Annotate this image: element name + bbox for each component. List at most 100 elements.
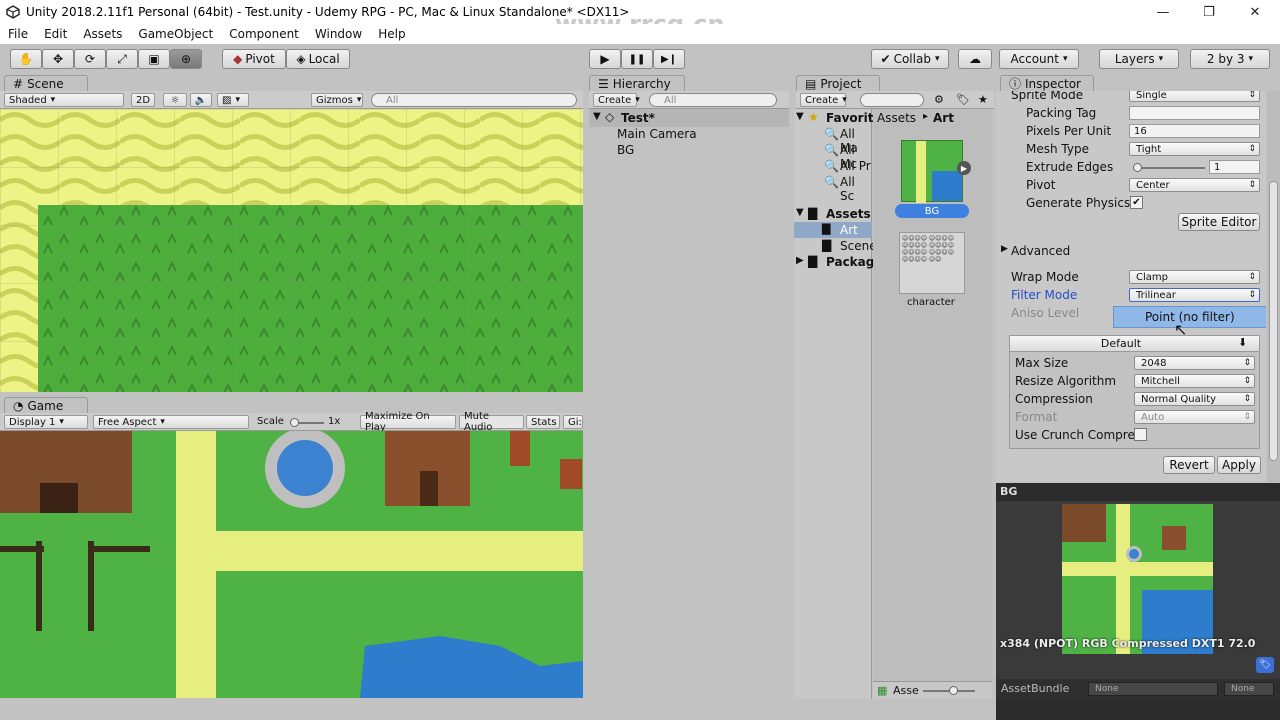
mute-audio-toggle[interactable]: Mute Audio [459,411,524,433]
hierarchy-item-main-camera[interactable]: Main Camera [617,127,697,141]
layers-dropdown[interactable]: Layers [1099,49,1179,69]
platform-tab-default[interactable]: Default ⬇ [1010,336,1259,352]
scene-row[interactable]: ▼ ◇ Test* [589,109,789,127]
variant-dropdown[interactable]: None [1224,682,1274,696]
packing-tag-field[interactable] [1129,106,1260,120]
collab-dropdown[interactable]: ✔ Collab [871,49,949,69]
max-size-dropdown[interactable]: 2048 [1134,356,1255,370]
maximize-on-play-toggle[interactable]: Maximize On Play [360,411,456,433]
tab-game[interactable]: ◔ Game [4,397,88,413]
assetbundle-dropdown[interactable]: None [1088,682,1218,696]
project-search-input[interactable] [860,93,924,107]
filter-mode-dropdown[interactable]: Trilinear [1129,288,1260,302]
tree-assets[interactable]: Assets [826,207,871,221]
crunch-checkbox[interactable] [1134,428,1147,441]
tree-fav-item[interactable]: All Pr [840,159,871,173]
play-button[interactable]: ▶ [589,49,621,69]
scene-search-input[interactable]: All [371,93,577,107]
character-thumbnail[interactable]: ☺☺☺☺ ☺☺☺☺ ☺☺☺☺ ☺☺☺☺ ☺☺☺☺ ☺☺☺☺ ☺☺☺☺ ☺☺ [899,232,965,294]
step-button[interactable]: ▶❙ [653,49,685,69]
project-create-dropdown[interactable]: Create [800,93,846,107]
inspector-scrollbar[interactable] [1267,91,1280,482]
tree-art-selected[interactable]: ▇ Art [794,222,872,238]
menu-gameobject[interactable]: GameObject [130,27,221,41]
layout-dropdown[interactable]: 2 by 3 [1190,49,1270,69]
lighting-icon[interactable]: ☼ [163,93,187,107]
sprite-mode-dropdown[interactable]: Single [1129,91,1260,102]
advanced-label[interactable]: Advanced [1011,244,1070,258]
tree-scene-folder[interactable]: Scene [840,239,877,253]
extrude-field[interactable]: 1 [1209,160,1260,174]
revert-button[interactable]: Revert [1163,456,1215,474]
menu-window[interactable]: Window [307,27,370,41]
tab-project[interactable]: ▤ Project [796,75,880,91]
stats-toggle[interactable]: Stats [526,415,560,429]
pause-button[interactable]: ❚❚ [621,49,653,69]
effects-icon[interactable]: ▨ [217,93,249,107]
icon-size-slider[interactable] [923,686,975,695]
sprite-editor-button[interactable]: Sprite Editor [1178,213,1260,231]
wrap-mode-dropdown[interactable]: Clamp [1129,270,1260,284]
menu-assets[interactable]: Assets [75,27,130,41]
local-toggle[interactable]: ◈ Local [286,49,350,69]
hierarchy-item-bg[interactable]: BG [617,143,634,157]
scale-slider[interactable] [290,418,324,427]
bg-thumbnail[interactable] [901,140,963,203]
tab-scene[interactable]: # Scene [4,75,88,91]
close-button[interactable]: ✕ [1232,0,1278,24]
hierarchy-create-dropdown[interactable]: Create [593,93,637,107]
menu-component[interactable]: Component [221,27,307,41]
favorite-star-icon[interactable]: ★ [978,93,988,106]
pivot-dropdown[interactable]: Center [1129,178,1260,192]
generate-physics-checkbox[interactable]: ✔ [1130,196,1143,209]
audio-icon[interactable]: 🔈 [190,93,212,107]
filter-option-point[interactable]: Point (no filter) [1113,306,1266,328]
extrude-slider[interactable] [1133,163,1205,172]
tree-favorites[interactable]: Favorit [826,111,873,125]
file-label-character[interactable]: character [907,297,955,308]
tree-packages[interactable]: Packag [826,255,874,269]
cloud-icon[interactable]: ☁ [958,49,992,69]
shading-dropdown[interactable]: Shaded [4,93,124,107]
resize-algorithm-dropdown[interactable]: Mitchell [1134,374,1255,388]
scale-tool-icon[interactable]: ⤢ [106,49,138,69]
gizmos-dropdown[interactable]: Gizmos [311,93,363,107]
restore-button[interactable]: ❐ [1186,0,1232,24]
rotate-tool-icon[interactable]: ⟳ [74,49,106,69]
move-tool-icon[interactable]: ✥ [42,49,74,69]
hierarchy-search-input[interactable]: All [649,93,777,107]
download-icon[interactable]: ⬇ [1238,336,1247,349]
tab-hierarchy[interactable]: ☰ Hierarchy [589,75,685,91]
breadcrumb-chevron-icon: ▸ [923,111,929,122]
rect-tool-icon[interactable]: ▣ [138,49,170,69]
expand-sprite-icon[interactable]: ▶ [957,161,971,175]
apply-button[interactable]: Apply [1217,456,1261,474]
filter-label-icon[interactable]: 🏷 [956,93,970,106]
display-dropdown[interactable]: Display 1 [4,415,88,429]
minimize-button[interactable]: — [1140,0,1186,24]
mesh-type-dropdown[interactable]: Tight [1129,142,1260,156]
label-tag-icon[interactable]: 🏷 [1256,657,1274,673]
hand-tool-icon[interactable]: ✋ [10,49,42,69]
advanced-foldout-icon[interactable]: ▶ [1001,244,1008,254]
pivot-toggle[interactable]: ◆ Pivot [222,49,286,69]
game-viewport[interactable] [0,431,583,698]
transform-tool-icon[interactable]: ⊕ [170,49,202,69]
breadcrumb-art[interactable]: Art [933,111,954,125]
2d-toggle[interactable]: 2D [131,93,155,107]
filter-type-icon[interactable]: ⚙ [934,93,944,106]
mesh-type-label: Mesh Type [1026,142,1089,156]
ppu-field[interactable]: 16 [1129,124,1260,138]
menu-edit[interactable]: Edit [36,27,75,41]
game-gizmos-toggle[interactable]: Gi: [563,415,583,429]
aspect-dropdown[interactable]: Free Aspect [93,415,249,429]
scene-viewport[interactable] [0,109,583,392]
tree-fav-item[interactable]: All Sc [840,175,871,203]
breadcrumb-assets[interactable]: Assets [877,111,916,125]
account-dropdown[interactable]: Account [999,49,1079,69]
menu-file[interactable]: File [0,27,36,41]
menu-help[interactable]: Help [370,27,413,41]
tab-inspector[interactable]: ⓘ Inspector [1000,75,1094,91]
file-label-bg[interactable]: BG [895,204,969,218]
compression-dropdown[interactable]: Normal Quality [1134,392,1255,406]
